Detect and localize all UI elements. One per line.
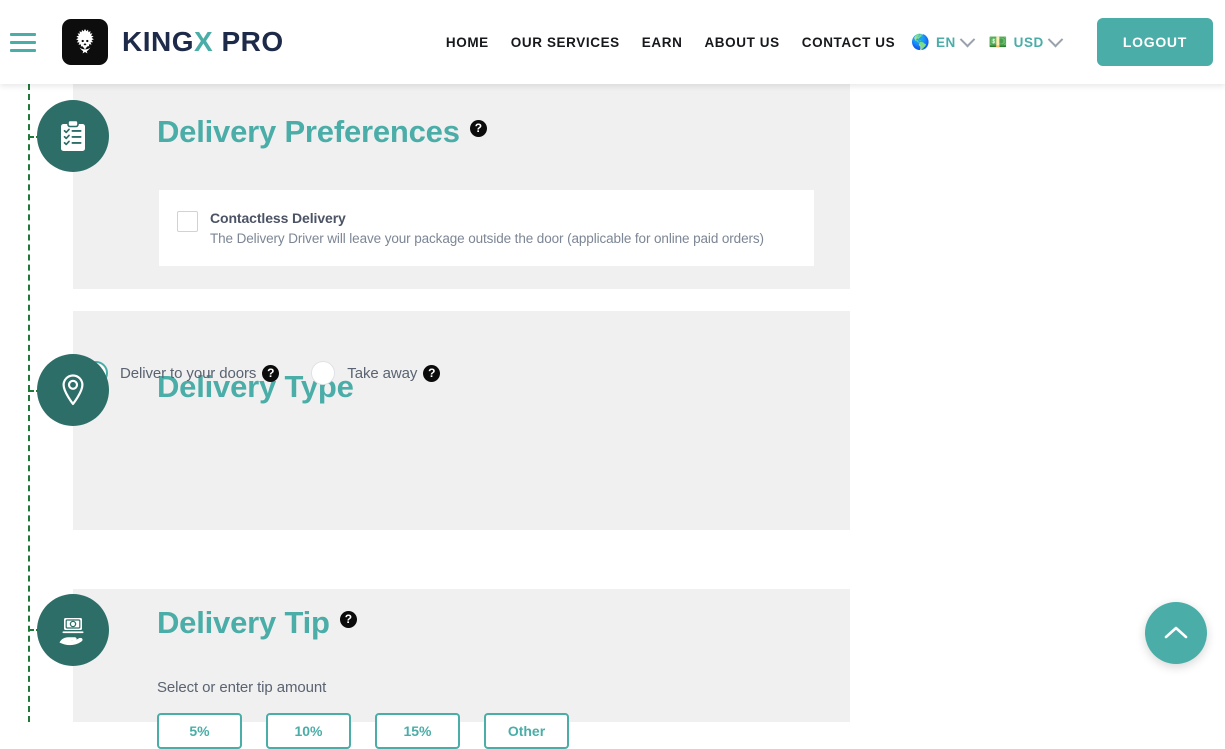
map-pin-icon <box>37 354 109 426</box>
help-icon[interactable]: ? <box>340 611 357 628</box>
delivery-type-options: Deliver to your doors ? Take away ? <box>84 361 440 385</box>
delivery-tip-subtitle: Select or enter tip amount <box>157 679 326 696</box>
tip-amount-button-1[interactable]: 5% <box>157 713 242 749</box>
brand-name-x: X <box>194 26 213 57</box>
currency-selector[interactable]: 💵 USD <box>989 35 1061 50</box>
radio-label-take-away: Take away <box>347 365 417 382</box>
hamburger-bar <box>10 49 36 52</box>
contactless-delivery-checkbox[interactable] <box>177 211 198 232</box>
hamburger-bar <box>10 41 36 44</box>
site-header: KINGX PRO HOME OUR SERVICES EARN ABOUT U… <box>0 0 1225 84</box>
globe-icon: 🌎 <box>911 35 930 50</box>
brand-name-part1: KING <box>122 26 194 57</box>
delivery-type-card: Delivery Type <box>73 311 850 530</box>
delivery-option-deliver-to-your-doors[interactable]: Deliver to your doors ? <box>84 361 279 385</box>
brand-logo[interactable]: KINGX PRO <box>62 19 284 65</box>
chevron-down-icon <box>1048 31 1064 47</box>
main-navigation: HOME OUR SERVICES EARN ABOUT US CONTACT … <box>446 18 1225 66</box>
chevron-down-icon <box>960 31 976 47</box>
delivery-preferences-title-text: Delivery Preferences <box>157 114 460 150</box>
clipboard-list-icon <box>37 100 109 172</box>
delivery-preferences-title: Delivery Preferences ? <box>157 114 487 150</box>
nav-item-about-us[interactable]: ABOUT US <box>704 35 779 50</box>
help-icon[interactable]: ? <box>262 365 279 382</box>
radio-label-deliver-to-your-doors: Deliver to your doors <box>120 365 256 382</box>
language-selector[interactable]: 🌎 EN <box>911 35 973 50</box>
nav-item-our-services[interactable]: OUR SERVICES <box>511 35 620 50</box>
hamburger-bar <box>10 33 36 36</box>
chevron-up-icon <box>1163 624 1189 642</box>
delivery-preferences-card: Delivery Preferences ? Contactless Deliv… <box>73 80 850 289</box>
help-icon[interactable]: ? <box>423 365 440 382</box>
delivery-tip-amount-buttons: 5% 10% 15% Other <box>157 713 569 749</box>
delivery-tip-title-text: Delivery Tip <box>157 605 330 641</box>
brand-name-part2: PRO <box>213 26 283 57</box>
contactless-delivery-option[interactable]: Contactless Delivery The Delivery Driver… <box>159 190 814 266</box>
currency-value: USD <box>1014 35 1044 50</box>
delivery-tip-title: Delivery Tip ? <box>157 605 357 641</box>
delivery-option-take-away[interactable]: Take away ? <box>311 361 440 385</box>
logout-button[interactable]: LOGOUT <box>1097 18 1213 66</box>
contactless-delivery-description: The Delivery Driver will leave your pack… <box>210 231 764 246</box>
nav-item-contact-us[interactable]: CONTACT US <box>802 35 896 50</box>
banknote-icon: 💵 <box>989 35 1008 50</box>
scroll-to-top-button[interactable] <box>1145 602 1207 664</box>
help-icon[interactable]: ? <box>470 120 487 137</box>
radio-take-away[interactable] <box>311 361 335 385</box>
language-value: EN <box>936 35 956 50</box>
tip-amount-button-3[interactable]: 15% <box>375 713 460 749</box>
tip-amount-button-2[interactable]: 10% <box>266 713 351 749</box>
nav-item-home[interactable]: HOME <box>446 35 489 50</box>
hamburger-menu-icon[interactable] <box>10 33 36 52</box>
delivery-tip-card: Delivery Tip ? Select or enter tip amoun… <box>73 589 850 722</box>
tip-amount-button-4[interactable]: Other <box>484 713 569 749</box>
brand-name: KINGX PRO <box>122 26 284 58</box>
nav-item-earn[interactable]: EARN <box>642 35 683 50</box>
progress-timeline <box>28 84 30 722</box>
lion-head-logo-icon <box>62 19 108 65</box>
contactless-delivery-label: Contactless Delivery <box>210 210 764 226</box>
cash-in-hand-icon <box>37 594 109 666</box>
